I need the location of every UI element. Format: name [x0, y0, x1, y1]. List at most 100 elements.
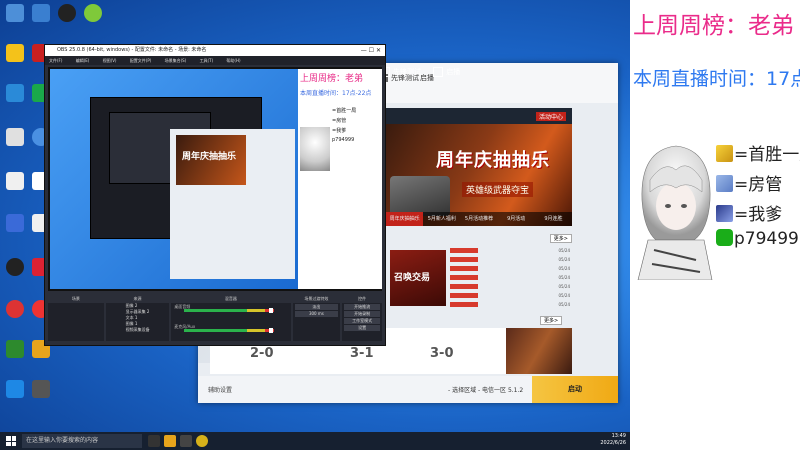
legend-text: =房管 [734, 175, 783, 195]
mixer-header: 混音器 [171, 295, 291, 303]
legend-row-wechat: p794999 [716, 229, 800, 249]
volume-slider[interactable] [269, 328, 274, 333]
menu-view[interactable]: 视图(V) [103, 58, 117, 63]
settings-button[interactable]: 设置 [344, 325, 380, 331]
window-controls[interactable]: — ☐ ✕ [361, 45, 381, 56]
preview-overlay-line2: 本周直播时间：17点-22点 [300, 90, 372, 97]
menu-scene-collection[interactable]: 场景集合(S) [165, 58, 187, 63]
desktop-icon[interactable] [2, 300, 28, 318]
news-thumbnail[interactable]: 召唤交易 [390, 250, 446, 306]
news-row[interactable]: 05/24 [450, 248, 570, 257]
event-banner[interactable]: 周年庆抽抽乐 英雄级武器夺宝 周年庆抽抽乐 5月新人福利 5月活动推荐 9月活动… [386, 124, 572, 226]
banner-tab[interactable]: 9月活动 [498, 212, 535, 226]
studio-mode-button[interactable]: 工作室模式 [344, 318, 380, 324]
desktop: 先锋测试 启播 先锋测试 启播 活动中心 周年庆抽抽乐 英雄级武器夺宝 周年庆抽… [0, 0, 630, 432]
legend-text: =首胜一局 [734, 145, 800, 165]
banner-tabs: 周年庆抽抽乐 5月新人福利 5月活动推荐 9月活动 9月连胜 [386, 212, 572, 226]
match-score[interactable]: 2-0 [250, 346, 330, 366]
sources-panel[interactable]: 来源 图像 2 显示器采集 2 文本 1 图像 1 视频采集设备 [105, 295, 170, 341]
menu-edit[interactable]: 编辑(E) [76, 58, 90, 63]
matches-more-button[interactable]: 更多> [540, 316, 563, 325]
taskbar-app-icon[interactable] [180, 435, 192, 447]
banner-tab[interactable]: 周年庆抽抽乐 [386, 212, 424, 226]
windows-start-icon[interactable] [6, 436, 16, 446]
mic-audio-meter[interactable]: 麦克风/Aux [174, 324, 287, 336]
desktop-audio-meter[interactable]: 桌面音频 [174, 304, 287, 316]
desktop-icon[interactable] [2, 84, 28, 102]
match-score[interactable]: 3-0 [430, 346, 510, 366]
desktop-icon[interactable] [80, 4, 106, 22]
system-tray[interactable]: 13:49 2022/6/26 [600, 433, 626, 447]
desktop-icon[interactable] [2, 214, 28, 232]
volume-slider[interactable] [269, 308, 274, 313]
preview-launcher: 周年庆抽抽乐 [170, 129, 295, 279]
match-image[interactable] [506, 328, 572, 374]
taskbar-app-icon[interactable] [164, 435, 176, 447]
news-row[interactable]: 05/24 [450, 302, 570, 311]
news-date: 05/24 [558, 275, 570, 280]
banner-tab[interactable]: 9月连胜 [535, 212, 572, 226]
clock-time: 13:49 [611, 433, 626, 439]
desktop-icon[interactable] [28, 4, 54, 22]
preview-desktop: 周年庆抽抽乐 [50, 69, 298, 289]
menu-profile[interactable]: 配置文件(P) [130, 58, 152, 63]
news-more-button[interactable]: 更多> [549, 234, 572, 243]
taskbar-app-icon[interactable] [196, 435, 208, 447]
legend-text: p794999 [734, 229, 800, 249]
preview-row: =房管 [332, 118, 347, 124]
preview-row: =首胜一局 [332, 108, 357, 114]
topnav-speedtest[interactable]: 先锋测试 [393, 68, 421, 76]
transitions-panel: 场景过渡特效 淡出 300 ms [292, 295, 341, 341]
controls-panel: 控件 开始推流 开始录制 工作室模式 设置 [342, 295, 382, 341]
start-recording-button[interactable]: 开始录制 [344, 311, 380, 317]
desktop-icon[interactable] [2, 128, 28, 146]
taskbar-app-icon[interactable] [148, 435, 160, 447]
scenes-header: 场景 [48, 295, 104, 303]
legend-row-character: =我爹 [716, 200, 782, 225]
desktop-icon[interactable] [2, 340, 28, 358]
menu-file[interactable]: 文件(F) [49, 58, 62, 63]
preview-banner-text: 周年庆抽抽乐 [182, 152, 237, 162]
news-row[interactable]: 05/24 [450, 293, 570, 302]
launch-button[interactable]: 启动 [532, 376, 618, 403]
desktop-icon[interactable] [2, 4, 28, 22]
obs-title: OBS 25.0.8 (64-bit, windows) - 配置文件: 未命名… [57, 47, 207, 53]
source-item[interactable]: 视频采集设备 [106, 327, 170, 333]
stream-overlay: 上周周榜：老弟 本周直播时间：17点-22点 =首胜一局 =房管 =我爹 p79… [630, 0, 800, 450]
taskbar-search-input[interactable]: 在这里输入你要搜索的内容 [22, 434, 142, 448]
audio-level-bar [184, 309, 275, 312]
menu-help[interactable]: 帮助(H) [226, 58, 240, 63]
news-date: 05/24 [558, 302, 570, 307]
topnav-broadcast[interactable]: 启播 [446, 68, 460, 76]
duration-input[interactable]: 300 ms [294, 311, 339, 317]
match-score[interactable]: 3-1 [350, 346, 430, 366]
desktop-icon[interactable] [2, 172, 28, 190]
desktop-icon[interactable] [54, 4, 80, 22]
obs-preview[interactable]: 周年庆抽抽乐 上周周榜：老弟 本周直播时间：17点-22点 =首胜一局 =房管 … [48, 67, 382, 291]
desktop-icon[interactable] [2, 380, 28, 398]
region-selector[interactable]: - 选择区域 - 电信一区 5.1.2 [448, 385, 523, 394]
news-row[interactable]: 05/24 [450, 275, 570, 284]
news-row[interactable]: 05/24 [450, 284, 570, 293]
settings-link[interactable]: 辅助设置 [208, 385, 232, 394]
preview-overlay-line1: 上周周榜：老弟 [300, 74, 364, 84]
weekly-ranking-text: 上周周榜：老弟 [633, 13, 794, 39]
transition-select[interactable]: 淡出 [294, 304, 339, 310]
news-row[interactable]: 05/24 [450, 266, 570, 275]
preview-overlay: 上周周榜：老弟 本周直播时间：17点-22点 =首胜一局 =房管 =我爹 p79… [298, 69, 382, 289]
news-row[interactable]: 05/24 [450, 257, 570, 266]
house-icon [716, 175, 733, 192]
match-score-text: 2-0 [250, 346, 274, 361]
desktop-icon[interactable] [2, 44, 28, 62]
desktop-icon[interactable] [2, 258, 28, 276]
news-date: 05/24 [558, 293, 570, 298]
scenes-panel[interactable]: 场景 [48, 295, 104, 341]
banner-tab[interactable]: 5月新人福利 [423, 212, 460, 226]
start-streaming-button[interactable]: 开始推流 [344, 304, 380, 310]
banner-tab[interactable]: 5月活动推荐 [460, 212, 497, 226]
desktop-icon[interactable] [28, 380, 54, 398]
news-thumbnail-label: 召唤交易 [394, 273, 431, 283]
menu-tools[interactable]: 工具(T) [200, 58, 214, 63]
activity-center-button[interactable]: 活动中心 [535, 112, 566, 121]
taskbar: 在这里输入你要搜索的内容 13:49 2022/6/26 [0, 432, 630, 450]
